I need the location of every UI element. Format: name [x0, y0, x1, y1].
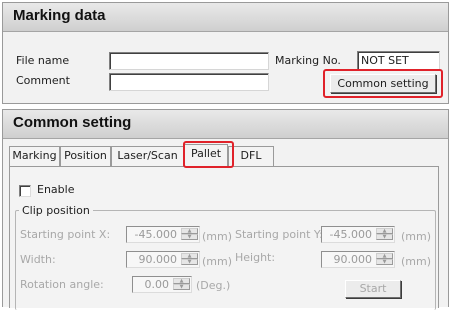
start-button[interactable]: Start [345, 280, 401, 298]
height-spinner: 90.000 ▲ ▼ [321, 251, 395, 268]
rotation-angle-arrows: ▲ ▼ [173, 278, 190, 291]
rotation-angle-spinner: 0.00 ▲ ▼ [132, 276, 192, 293]
enable-checkbox[interactable] [19, 185, 31, 197]
common-setting-header: Common setting [3, 110, 448, 139]
starting-point-x-label: Starting point X: [20, 228, 111, 241]
width-label: Width: [20, 253, 56, 266]
tab-dfl[interactable]: DFL [228, 146, 274, 166]
starting-point-y-spinner: -45.000 ▲ ▼ [321, 226, 395, 243]
starting-point-x-spinner: -45.000 ▲ ▼ [126, 226, 200, 243]
file-name-label: File name [16, 54, 70, 67]
height-label: Height: [235, 251, 276, 264]
clip-position-legend: Clip position [19, 204, 93, 217]
marking-no-field: NOT SET [357, 51, 440, 70]
spin-down-icon: ▼ [181, 234, 198, 240]
tab-marking[interactable]: Marking [9, 146, 60, 166]
width-unit: (mm) [202, 255, 233, 268]
starting-point-x-value: -45.000 [134, 228, 177, 241]
file-name-field[interactable] [109, 52, 269, 70]
starting-point-y-value: -45.000 [329, 228, 372, 241]
tab-position[interactable]: Position [60, 146, 111, 166]
starting-point-y-arrows: ▲ ▼ [376, 228, 393, 241]
rotation-angle-value: 0.00 [144, 278, 170, 291]
enable-label: Enable [37, 183, 75, 196]
spin-down-icon: ▼ [173, 284, 190, 290]
pallet-tab-panel: Enable Clip position Starting point X: -… [9, 166, 439, 310]
starting-point-y-label: Starting point Y: [235, 228, 323, 241]
pallet-tab-highlight [183, 141, 234, 168]
spin-down-icon: ▼ [181, 259, 198, 265]
width-spinner: 90.000 ▲ ▼ [126, 251, 200, 268]
comment-label: Comment [16, 74, 70, 87]
common-setting-panel: Common setting Marking Position Laser/Sc… [2, 109, 449, 310]
width-arrows: ▲ ▼ [181, 253, 198, 266]
rotation-angle-label: Rotation angle: [20, 278, 104, 291]
spin-down-icon: ▼ [376, 234, 393, 240]
height-value: 90.000 [333, 253, 373, 266]
height-unit: (mm) [401, 255, 432, 268]
height-arrows: ▲ ▼ [376, 253, 393, 266]
marking-data-panel: Marking data File name Comment Marking N… [2, 2, 449, 104]
tab-laser-scan[interactable]: Laser/Scan [111, 146, 184, 166]
common-setting-title: Common setting [13, 114, 132, 131]
width-value: 90.000 [138, 253, 178, 266]
marking-no-label: Marking No. [275, 54, 341, 67]
spin-down-icon: ▼ [376, 259, 393, 265]
comment-field[interactable] [109, 73, 269, 91]
starting-point-y-unit: (mm) [401, 230, 432, 243]
common-setting-button[interactable]: Common setting [330, 74, 436, 93]
starting-point-x-unit: (mm) [202, 230, 233, 243]
rotation-angle-unit: (Deg.) [196, 279, 231, 292]
marking-data-header: Marking data [3, 3, 448, 32]
marking-data-title: Marking data [13, 7, 106, 24]
starting-point-x-arrows: ▲ ▼ [181, 228, 198, 241]
